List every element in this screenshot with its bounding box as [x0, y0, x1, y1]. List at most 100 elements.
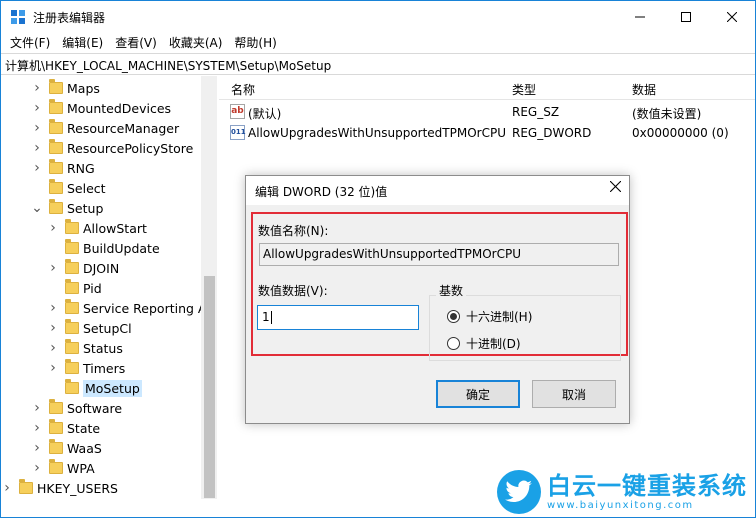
chevron-right-icon[interactable]: › — [47, 220, 59, 236]
tree-item[interactable]: › Software — [1, 398, 122, 418]
folder-icon — [49, 179, 63, 194]
value-data-input[interactable]: 1 — [257, 305, 419, 330]
folder-icon — [65, 259, 79, 274]
folder-icon — [49, 139, 63, 154]
key-tree[interactable]: › Maps › MountedDevices › ResourceManager › Res… — [1, 76, 217, 499]
tree-item[interactable]: ⌄ Setup — [1, 198, 103, 218]
value-data: (数值未设置) — [632, 107, 702, 121]
value-row-default[interactable]: ab (默认) REG_SZ (数值未设置) — [219, 102, 755, 122]
address-bar[interactable]: 计算机\HKEY_LOCAL_MACHINE\SYSTEM\Setup\MoSe… — [1, 53, 755, 75]
folder-icon — [49, 419, 63, 434]
chevron-right-icon[interactable]: › — [31, 400, 43, 416]
folder-icon — [49, 199, 63, 214]
chevron-right-icon[interactable]: › — [31, 440, 43, 456]
chevron-right-icon[interactable]: › — [47, 340, 59, 356]
tree-item[interactable]: › RNG — [1, 158, 95, 178]
value-type: REG_SZ — [512, 105, 560, 119]
menu-view[interactable]: 查看(V) — [109, 32, 163, 53]
radio-decimal[interactable]: 十进制(D) — [447, 335, 521, 352]
dialog-title-bar: 编辑 DWORD (32 位)值 — [246, 176, 629, 205]
chevron-right-icon[interactable]: › — [31, 460, 43, 476]
tree-item-label: Service Reporting AP — [83, 300, 214, 316]
menu-edit[interactable]: 编辑(E) — [56, 32, 109, 53]
menu-file[interactable]: 文件(F) — [4, 32, 56, 53]
tree-item-label: BuildUpdate — [83, 240, 160, 256]
dword-value-icon: 011 — [230, 125, 246, 140]
value-row-allowupgrades[interactable]: 011 AllowUpgradesWithUnsupportedTPMOrCPU… — [219, 123, 755, 143]
radio-hex[interactable]: 十六进制(H) — [447, 308, 532, 325]
close-icon — [609, 180, 622, 193]
tree-item-label: State — [67, 420, 101, 436]
tree-item[interactable]: › WaaS — [1, 438, 102, 458]
chevron-right-icon[interactable]: › — [1, 480, 13, 496]
folder-icon — [65, 299, 79, 314]
title-bar: 注册表编辑器 — [1, 1, 755, 32]
tree-item[interactable]: › Service Reporting AP — [1, 298, 214, 318]
tree-item[interactable]: BuildUpdate — [1, 238, 160, 258]
maximize-button[interactable] — [663, 1, 709, 32]
folder-icon — [49, 119, 63, 134]
chevron-right-icon[interactable]: › — [47, 300, 59, 316]
column-header-type[interactable]: 类型 — [512, 81, 536, 98]
tree-item[interactable]: Select — [1, 178, 106, 198]
tree-item-label: Setup — [67, 200, 104, 216]
tree-item[interactable]: › Timers — [1, 358, 125, 378]
tree-item[interactable]: › HKEY_USERS — [1, 478, 118, 498]
chevron-right-icon[interactable]: › — [31, 420, 43, 436]
tree-item[interactable]: › SetupCl — [1, 318, 132, 338]
registry-editor-icon — [11, 10, 25, 24]
tree-item-label: ResourceManager — [67, 120, 180, 136]
value-data-text: 1 — [262, 310, 270, 324]
folder-icon — [49, 99, 63, 114]
tree-item-label: DJOIN — [83, 260, 120, 276]
chevron-right-icon[interactable]: › — [47, 320, 59, 336]
value-name: AllowUpgradesWithUnsupportedTPMOrCPU — [248, 126, 506, 140]
value-name: (默认) — [248, 107, 282, 121]
tree-item[interactable]: › AllowStart — [1, 218, 147, 238]
tree-item[interactable]: › WPA — [1, 458, 95, 478]
tree-item[interactable]: › ResourceManager — [1, 118, 179, 138]
tree-item[interactable]: Pid — [1, 278, 102, 298]
column-header-data[interactable]: 数据 — [632, 81, 656, 98]
tree-item-label: Timers — [83, 360, 126, 376]
tree-scrollbar-thumb[interactable] — [204, 276, 215, 498]
folder-icon — [65, 279, 79, 294]
chevron-right-icon[interactable]: › — [31, 120, 43, 136]
chevron-right-icon[interactable]: › — [31, 140, 43, 156]
chevron-down-icon[interactable]: ⌄ — [31, 200, 43, 216]
tree-item[interactable]: › State — [1, 418, 100, 438]
tree-item-label: MoSetup — [83, 379, 142, 397]
tree-item[interactable]: › Status — [1, 338, 123, 358]
tree-item[interactable]: › MountedDevices — [1, 98, 171, 118]
tree-item[interactable]: › Maps — [1, 78, 100, 98]
tree-item[interactable]: › ResourcePolicyStore — [1, 138, 193, 158]
radio-hex-label: 十六进制(H) — [466, 310, 533, 324]
menu-help[interactable]: 帮助(H) — [228, 32, 282, 53]
value-name-field: AllowUpgradesWithUnsupportedTPMOrCPU — [259, 243, 619, 266]
tree-item-label: Status — [83, 340, 123, 356]
chevron-right-icon[interactable]: › — [31, 160, 43, 176]
folder-icon — [65, 219, 79, 234]
maximize-icon — [681, 11, 691, 22]
tree-item-label: Maps — [67, 80, 100, 96]
cancel-button[interactable]: 取消 — [532, 380, 616, 408]
menu-bar: 文件(F) 编辑(E) 查看(V) 收藏夹(A) 帮助(H) — [1, 32, 755, 53]
folder-icon — [49, 439, 63, 454]
value-data: 0x00000000 (0) — [632, 126, 729, 140]
tree-item[interactable]: › DJOIN — [1, 258, 119, 278]
watermark-url: www.baiyunxitong.com — [547, 500, 694, 511]
dialog-close-button[interactable] — [609, 180, 622, 196]
menu-favorites[interactable]: 收藏夹(A) — [163, 32, 229, 53]
chevron-right-icon[interactable]: › — [47, 260, 59, 276]
string-value-icon: ab — [230, 104, 245, 119]
chevron-right-icon[interactable]: › — [31, 100, 43, 116]
chevron-right-icon[interactable]: › — [31, 80, 43, 96]
column-header-name[interactable]: 名称 — [231, 81, 255, 98]
chevron-right-icon[interactable]: › — [47, 360, 59, 376]
close-button[interactable] — [709, 1, 755, 32]
tree-item[interactable]: MoSetup — [1, 378, 142, 398]
folder-icon — [65, 339, 79, 354]
minimize-button[interactable] — [617, 1, 663, 32]
ok-button[interactable]: 确定 — [436, 380, 520, 408]
registry-editor-window: 注册表编辑器 文件(F) 编辑(E) 查看(V) 收藏夹(A) 帮助(H) 计算… — [0, 0, 756, 518]
